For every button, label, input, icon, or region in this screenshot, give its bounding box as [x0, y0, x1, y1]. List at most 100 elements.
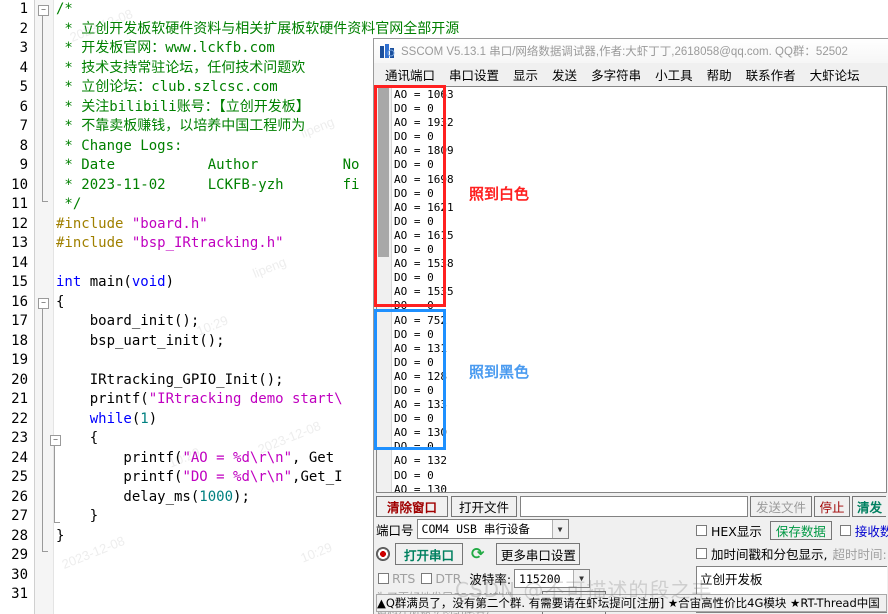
line-number: 26: [11, 488, 28, 505]
code-text: bsp_uart_init();: [56, 332, 225, 352]
clear-window-button[interactable]: 清除窗口: [376, 496, 448, 517]
menu-item-0[interactable]: 通讯端口: [378, 63, 442, 86]
code-token: main(: [89, 274, 132, 290]
menu-item-6[interactable]: 帮助: [700, 63, 739, 86]
line-number: 4: [19, 59, 28, 76]
open-port-button[interactable]: 打开串口: [395, 543, 463, 565]
annotation-label-black: 照到黑色: [469, 363, 530, 381]
menu-item-4[interactable]: 多字符串: [584, 63, 648, 86]
save-data-button[interactable]: 保存数据: [769, 521, 832, 540]
code-token: bsp_uart_init();: [56, 332, 225, 349]
receive-scrollbar-thumb[interactable]: [378, 87, 389, 257]
code-text: /*: [56, 0, 73, 20]
line-number: 19: [11, 352, 28, 368]
code-line[interactable]: 2 * 立创开发板软硬件资料与相关扩展板软硬件资料官网全部开源: [0, 20, 888, 40]
line-number: 25: [11, 469, 28, 485]
receive-scrollbar[interactable]: [377, 87, 392, 492]
clear-button[interactable]: 清发: [852, 496, 886, 517]
receive-line: DO = 0: [394, 214, 434, 228]
line-number: 7: [19, 118, 28, 134]
code-text: * Date Author No: [56, 156, 359, 176]
fold-guide-main: [42, 308, 43, 551]
menu-item-7[interactable]: 联系作者: [739, 63, 803, 86]
sscom-window[interactable]: SSCOM V5.13.1 串口/网络数据调试器,作者:大虾丁丁,2618058…: [373, 38, 888, 614]
recv-to-file-checkbox[interactable]: [839, 525, 851, 536]
more-settings-button[interactable]: 更多串口设置: [496, 543, 581, 565]
line-number: 31: [11, 586, 28, 602]
fold-toggle-main[interactable]: −: [38, 298, 49, 309]
code-token: );: [233, 488, 250, 505]
stop-button[interactable]: 停止: [814, 496, 850, 517]
receive-line: DO = 0: [394, 186, 434, 200]
code-token: printf(: [56, 391, 149, 407]
code-token: * 立创开发板软硬件资料与相关扩展板软硬件资料官网全部开源: [56, 20, 460, 37]
dtr-checkbox[interactable]: [421, 573, 433, 584]
code-text: #include "board.h": [56, 215, 208, 235]
menu-item-1[interactable]: 串口设置: [442, 63, 506, 86]
marquee-banner[interactable]: ▲Q群满员了，没有第二个群. 有需要请在虾坛提问[注册] ★合宙高性价比4G模块…: [376, 594, 887, 612]
receive-line: DO = 0: [394, 327, 434, 341]
port-select[interactable]: COM4 USB 串行设备 ▼: [416, 519, 569, 539]
code-token: }: [56, 527, 65, 544]
rts-checkbox[interactable]: [378, 573, 389, 584]
sscom-menubar[interactable]: 通讯端口 串口设置 显示 发送 多字符串 小工具 帮助 联系作者 大虾论坛: [374, 63, 888, 85]
menu-item-2[interactable]: 显示: [506, 63, 545, 86]
fold-guide-comment: [42, 15, 43, 201]
file-path-input[interactable]: [520, 496, 748, 517]
receive-line: AO = 130: [394, 482, 447, 493]
receive-line: DO = 0: [394, 271, 434, 285]
code-token: int: [56, 274, 90, 290]
open-file-button[interactable]: 打开文件: [451, 496, 517, 517]
code-token: {: [56, 293, 65, 310]
code-token: * 技术支持常驻论坛，任何技术问题欢: [56, 59, 306, 76]
fold-toggle-while[interactable]: −: [50, 435, 61, 446]
receive-line: AO = 1809: [394, 144, 454, 158]
fold-toggle-comment-block[interactable]: −: [38, 5, 49, 16]
code-token: void: [131, 274, 166, 290]
menu-item-8[interactable]: 大虾论坛: [803, 63, 867, 86]
code-text: * 立创论坛：club.szlcsc.com: [56, 78, 277, 98]
code-text: * 不靠卖板赚钱，以培养中国工程师为: [56, 117, 305, 137]
line-number: 3: [19, 40, 28, 56]
receive-line: AO = 130: [394, 426, 447, 440]
line-number: 16: [11, 293, 28, 310]
baud-select[interactable]: 115200 ▼: [514, 569, 591, 588]
code-text: * 立创开发板软硬件资料与相关扩展板软硬件资料官网全部开源: [56, 20, 459, 40]
send-file-button[interactable]: 发送文件: [750, 496, 812, 517]
receive-line: AO = 1538: [394, 257, 454, 271]
receive-line: AO = 133: [394, 398, 447, 412]
port-label: 端口号: [376, 522, 414, 538]
receive-line: AO = 1063: [394, 88, 454, 101]
fold-end-while: [54, 522, 60, 523]
receive-line: DO = 0: [394, 383, 434, 397]
code-token: /*: [56, 1, 73, 17]
file-toolbar-row[interactable]: 清除窗口 打开文件 发送文件 停止 清发: [376, 496, 887, 517]
chevron-down-icon[interactable]: ▼: [573, 570, 590, 587]
receive-line: AO = 1621: [394, 200, 454, 214]
rts-label: RTS: [392, 571, 416, 586]
line-number: 24: [11, 449, 28, 466]
line-number: 27: [11, 508, 28, 524]
fold-guide-while: [54, 445, 55, 522]
sscom-title-text: SSCOM V5.13.1 串口/网络数据调试器,作者:大虾丁丁,2618058…: [401, 46, 848, 58]
menu-item-5[interactable]: 小工具: [648, 63, 700, 86]
timestamp-checkbox[interactable]: [696, 548, 707, 559]
annotation-label-white: 照到白色: [469, 185, 530, 203]
sscom-titlebar[interactable]: SSCOM V5.13.1 串口/网络数据调试器,作者:大虾丁丁,2618058…: [374, 39, 888, 64]
menu-item-3[interactable]: 发送: [545, 63, 584, 86]
line-number: 21: [11, 391, 28, 407]
receive-line: AO = 752: [394, 313, 447, 327]
line-number: 13: [11, 235, 28, 251]
receive-data-area[interactable]: AO = 1063 DO = 0 AO = 1932 DO = 0 AO = 1809 D…: [376, 86, 887, 493]
refresh-icon[interactable]: ⟳: [471, 544, 484, 564]
line-number: 20: [11, 371, 28, 388]
line-number: 18: [11, 332, 28, 349]
line-number: 1: [19, 1, 28, 17]
sscom-control-panel[interactable]: 清除窗口 打开文件 发送文件 停止 清发 端口号 COM4 USB 串行设备 ▼…: [374, 494, 888, 614]
hex-show-checkbox[interactable]: [696, 525, 707, 536]
code-line[interactable]: 1 /*: [0, 0, 888, 20]
code-token: while: [56, 410, 132, 427]
chevron-down-icon[interactable]: ▼: [551, 520, 568, 538]
code-text: while(1): [56, 410, 157, 430]
receive-line: DO = 0: [394, 243, 434, 257]
